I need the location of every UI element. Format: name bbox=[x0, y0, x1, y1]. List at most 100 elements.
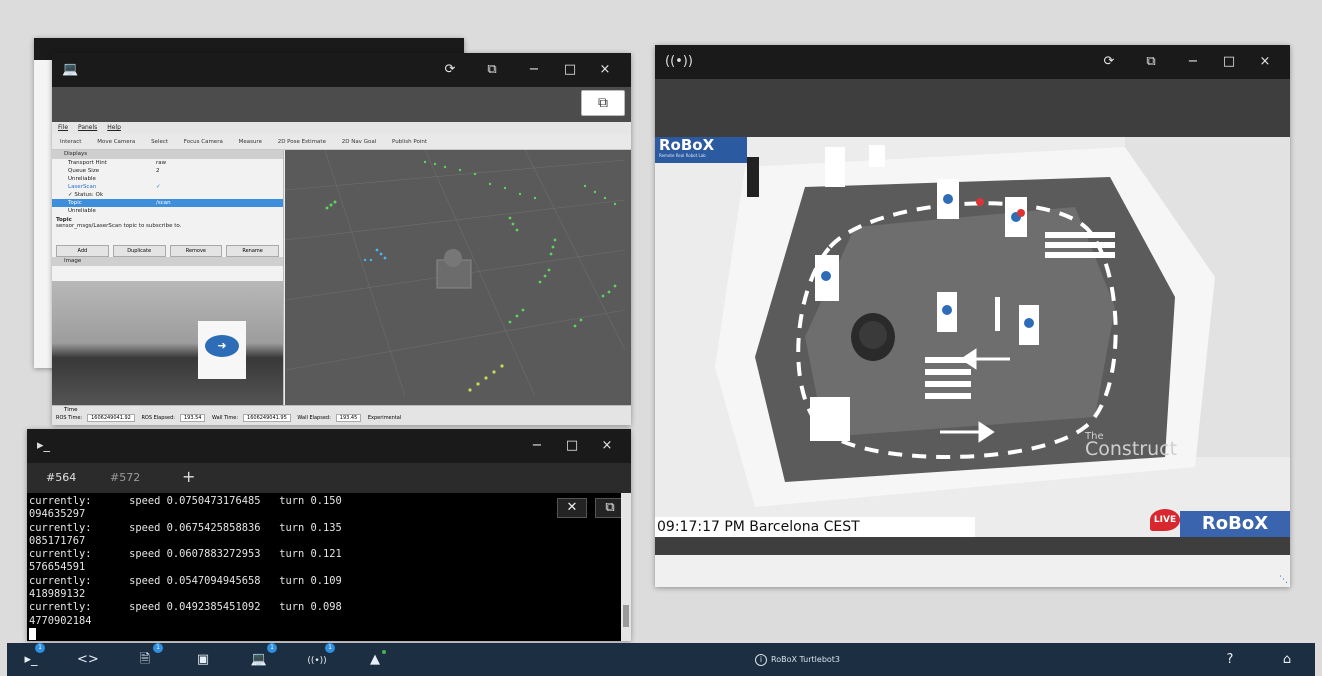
maximize-button[interactable]: □ bbox=[560, 61, 580, 79]
display-row[interactable]: Queue Size 2 bbox=[52, 167, 283, 175]
display-row[interactable]: Unreliable bbox=[52, 207, 283, 215]
terminal-close-button[interactable]: ✕ bbox=[557, 498, 587, 518]
restore-button[interactable]: ⧉ bbox=[1141, 53, 1161, 71]
add-button[interactable]: Add bbox=[56, 245, 109, 257]
popout-icon: ⧉ bbox=[598, 95, 608, 111]
taskbar: ▸_ 1 <> 🗎 1 ▣ 💻 1 ((•)) 1 ▲ i RoBoX Turtl… bbox=[7, 643, 1315, 676]
duplicate-button[interactable]: Duplicate bbox=[112, 245, 166, 257]
display-row[interactable]: Unreliable bbox=[52, 175, 283, 183]
robot-status-dot bbox=[382, 650, 386, 654]
taskbar-badge: 1 bbox=[267, 643, 277, 653]
code-icon: <> bbox=[77, 652, 99, 667]
minimize-button[interactable]: − bbox=[524, 61, 544, 79]
displays-header: Displays bbox=[52, 150, 283, 159]
terminal-window[interactable]: ▸_ − □ × #564 #572 + currently: speed 0.… bbox=[27, 429, 631, 641]
rename-button[interactable]: Rename bbox=[226, 245, 279, 257]
robox-logo-top: RoBoX Remote Real Robot Lab bbox=[655, 137, 747, 163]
tool-interact[interactable]: Interact bbox=[60, 139, 81, 145]
tool-select[interactable]: Select bbox=[151, 139, 168, 145]
maximize-button[interactable]: □ bbox=[1219, 53, 1239, 71]
wall-time-label: Wall Time: bbox=[212, 415, 239, 421]
menu-help[interactable]: Help bbox=[107, 124, 121, 131]
tool-focus-camera[interactable]: Focus Camera bbox=[184, 139, 223, 145]
menu-panels[interactable]: Panels bbox=[78, 124, 97, 131]
tab-572[interactable]: #572 bbox=[110, 471, 140, 484]
tool-publish-point[interactable]: Publish Point bbox=[392, 139, 427, 145]
rviz-window[interactable]: 💻 ⟳ ⧉ − □ × ⧉ File Panels Help Interact … bbox=[52, 53, 631, 425]
help-button[interactable]: ? bbox=[1220, 651, 1240, 669]
terminal-line: 418989132 bbox=[29, 588, 86, 601]
tool-move-camera[interactable]: Move Camera bbox=[97, 139, 135, 145]
restore-button[interactable]: ⧉ bbox=[482, 61, 502, 79]
terminal-line: 576654591 bbox=[29, 561, 86, 574]
arrow-icon: ➜ bbox=[205, 335, 239, 357]
minimize-button[interactable]: − bbox=[1183, 53, 1203, 71]
close-button[interactable]: × bbox=[597, 437, 617, 455]
terminal-line: 085171767 bbox=[29, 534, 86, 547]
remove-button[interactable]: Remove bbox=[169, 245, 223, 257]
construct-watermark: The Construct bbox=[1085, 431, 1178, 460]
taskbar-gazebo-button[interactable]: ▣ bbox=[193, 651, 213, 669]
displays-panel: Displays Transport Hint raw Queue Size 2 U… bbox=[52, 150, 284, 405]
close-button[interactable]: × bbox=[1255, 53, 1275, 71]
taskbar-notebook-button[interactable]: 🗎 bbox=[135, 651, 155, 669]
terminal-output[interactable]: currently: speed 0.0750473176485 turn 0.… bbox=[27, 493, 621, 641]
terminal-line: 4770902184 bbox=[29, 614, 92, 627]
taskbar-terminal-button[interactable]: ▸_ bbox=[21, 651, 41, 669]
image-header: Image bbox=[52, 257, 283, 266]
rviz-toolbar: Interact Move Camera Select Focus Camera… bbox=[52, 134, 631, 150]
time-panel: Time ROS Time: 1606249041.92 ROS Elapsed:… bbox=[52, 405, 631, 425]
resize-grip-icon[interactable]: ⋱ bbox=[1279, 575, 1288, 585]
camera-feed: RoBoX Remote Real Robot Lab The Construc… bbox=[655, 137, 1290, 537]
split-icon: ⧉ bbox=[605, 500, 615, 515]
tool-2d-nav-goal[interactable]: 2D Nav Goal bbox=[342, 139, 377, 145]
camera-window[interactable]: ((•)) ⟳ ⧉ − □ × RoBoX Remote Real Robot … bbox=[655, 45, 1290, 587]
arena-image bbox=[655, 137, 1290, 537]
menu-file[interactable]: File bbox=[58, 124, 68, 131]
terminal-scrollbar[interactable] bbox=[621, 493, 631, 641]
live-badge: LIVE bbox=[1150, 509, 1180, 531]
taskbar-desktop-button[interactable]: 💻 bbox=[249, 651, 269, 669]
laserscan-view bbox=[285, 150, 626, 397]
close-button[interactable]: × bbox=[595, 61, 615, 79]
terminal-line: currently: speed 0.0547094945658 turn 0.… bbox=[29, 574, 342, 587]
display-row-laserscan[interactable]: LaserScan ✓ bbox=[52, 183, 283, 191]
terminal-tabbar: #564 #572 + bbox=[27, 463, 631, 493]
taskbar-center-label: i RoBoX Turtlebot3 bbox=[755, 653, 840, 667]
terminal-cursor bbox=[29, 627, 36, 640]
tool-2d-pose-estimate[interactable]: 2D Pose Estimate bbox=[278, 139, 326, 145]
gazebo-icon: ▣ bbox=[196, 652, 210, 667]
experimental-checkbox[interactable]: Experimental bbox=[368, 415, 401, 421]
refresh-button[interactable]: ⟳ bbox=[440, 61, 460, 79]
scrollbar-thumb[interactable] bbox=[623, 605, 629, 627]
taskbar-badge: 1 bbox=[153, 643, 163, 653]
taskbar-badge: 1 bbox=[35, 643, 45, 653]
info-icon: i bbox=[755, 654, 767, 666]
maximize-button[interactable]: □ bbox=[562, 437, 582, 455]
rviz-app: File Panels Help Interact Move Camera Se… bbox=[52, 122, 631, 425]
rviz-titlebar: 💻 ⟳ ⧉ − □ × bbox=[52, 53, 631, 87]
home-button[interactable]: ⌂ bbox=[1277, 651, 1297, 669]
tab-564[interactable]: #564 bbox=[46, 471, 76, 484]
taskbar-broadcast-button[interactable]: ((•)) bbox=[307, 651, 327, 669]
time-header: Time bbox=[64, 407, 78, 413]
notebook-icon: 🗎 bbox=[139, 652, 151, 667]
rviz-menubar: File Panels Help bbox=[52, 122, 631, 134]
popout-button[interactable]: ⧉ bbox=[581, 90, 625, 116]
display-row-topic-selected[interactable]: Topic/scan bbox=[52, 199, 283, 207]
terminal-cursor-line bbox=[29, 627, 621, 641]
display-row[interactable]: Transport Hint raw bbox=[52, 159, 283, 167]
taskbar-badge: 1 bbox=[325, 643, 335, 653]
camera-window-footer: ⋱ bbox=[655, 555, 1290, 587]
terminal-line: currently: speed 0.0750473176485 turn 0.… bbox=[29, 495, 342, 507]
tool-measure[interactable]: Measure bbox=[239, 139, 262, 145]
display-row[interactable]: ✓ Status: Ok bbox=[52, 191, 283, 199]
broadcast-icon: ((•)) bbox=[307, 656, 327, 666]
refresh-button[interactable]: ⟳ bbox=[1099, 53, 1119, 71]
terminal-line: currently: speed 0.0607883272953 turn 0.… bbox=[29, 548, 342, 561]
add-tab-button[interactable]: + bbox=[182, 467, 195, 486]
rviz-3d-view[interactable] bbox=[285, 150, 631, 405]
taskbar-code-button[interactable]: <> bbox=[77, 651, 99, 669]
minimize-button[interactable]: − bbox=[527, 437, 547, 455]
traffic-sign: ➜ bbox=[198, 321, 246, 379]
